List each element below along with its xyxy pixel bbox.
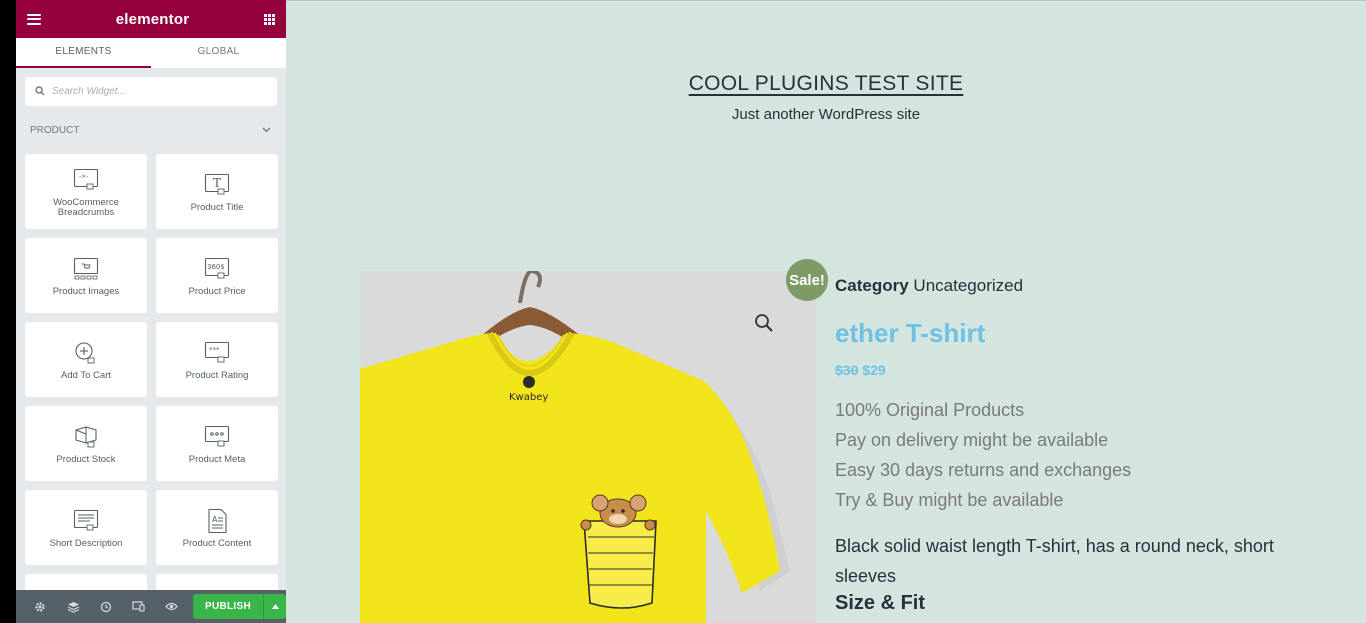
- history-icon[interactable]: [90, 590, 123, 623]
- widget-label: Product Stock: [56, 453, 116, 465]
- category-label: Category: [835, 276, 909, 295]
- widget-label: Product Title: [190, 201, 244, 213]
- svg-text:360$: 360$: [207, 263, 225, 271]
- widget-product-meta[interactable]: Product Meta: [156, 406, 278, 481]
- widget-product-images[interactable]: Product Images: [25, 238, 147, 313]
- size-fit-heading: Size & Fit: [835, 592, 926, 614]
- widget-product-rating[interactable]: *** Product Rating: [156, 322, 278, 397]
- widget-label: Product Price: [188, 285, 246, 297]
- feature-item: Easy 30 days returns and exchanges: [835, 460, 1132, 480]
- site-tagline: Just another WordPress site: [731, 106, 921, 123]
- feature-item: 100% Original Products: [835, 400, 1025, 420]
- tab-global[interactable]: GLOBAL: [151, 38, 286, 68]
- product-summary: Category Uncategorized ether T-shirt $30…: [835, 276, 1295, 615]
- svg-text:->-: ->-: [79, 173, 88, 180]
- sale-badge: Sale!: [786, 259, 828, 301]
- tab-elements[interactable]: ELEMENTS: [16, 38, 151, 68]
- caret-up-icon: [271, 604, 279, 609]
- svg-text:T: T: [213, 176, 221, 190]
- product-description: Black solid waist length T-shirt, has a …: [835, 536, 1274, 586]
- search-icon: [35, 83, 45, 101]
- old-price: $30: [835, 362, 859, 378]
- apps-grid-icon[interactable]: [264, 13, 275, 25]
- publish-options-button[interactable]: [263, 594, 286, 619]
- stock-icon: [72, 423, 100, 451]
- preview-canvas: COOL PLUGINS TEST SITE Just another Word…: [286, 0, 1366, 623]
- svg-text:A: A: [212, 515, 218, 524]
- site-title-link[interactable]: COOL PLUGINS TEST SITE: [689, 72, 964, 95]
- settings-icon[interactable]: [24, 590, 57, 623]
- publish-button[interactable]: PUBLISH: [192, 594, 264, 619]
- shirt-brand-label: Kwabey: [509, 392, 548, 403]
- product-image[interactable]: Kwabey: [360, 271, 816, 623]
- widget-product-content[interactable]: A Product Content: [156, 490, 278, 565]
- images-icon: [72, 255, 100, 283]
- feature-item: Pay on delivery might be available: [835, 430, 1109, 450]
- search-wrap: [16, 68, 286, 106]
- meta-icon: [203, 423, 231, 451]
- zoom-icon[interactable]: [754, 313, 774, 338]
- widget-label: Product Content: [182, 537, 252, 549]
- preview-top-border: [286, 0, 1366, 1]
- widget-product-price[interactable]: 360$ Product Price: [156, 238, 278, 313]
- widget-product-stock[interactable]: Product Stock: [25, 406, 147, 481]
- widget-woocommerce-breadcrumbs[interactable]: ->- WooCommerce Breadcrumbs: [25, 154, 147, 229]
- chevron-down-icon: [262, 125, 271, 136]
- menu-icon[interactable]: [27, 13, 41, 25]
- widget-product-title[interactable]: T Product Title: [156, 154, 278, 229]
- widget-short-description[interactable]: Short Description: [25, 490, 147, 565]
- breadcrumbs-icon: ->-: [72, 166, 100, 194]
- category-title: PRODUCT: [30, 124, 80, 136]
- elementor-panel: elementor ELEMENTS GLOBAL PRODUCT ->- Wo…: [16, 0, 286, 623]
- widget-label: Product Images: [52, 285, 120, 297]
- search-box: [25, 77, 277, 106]
- sale-price: $29: [862, 362, 886, 378]
- widget-label: Add To Cart: [61, 369, 111, 381]
- preview-eye-icon[interactable]: [155, 590, 188, 623]
- panel-header: elementor: [16, 0, 286, 38]
- content-icon: A: [203, 507, 231, 535]
- rating-icon: ***: [203, 339, 231, 367]
- svg-text:***: ***: [209, 346, 220, 354]
- navigator-icon[interactable]: [57, 590, 90, 623]
- product-category-line: Category Uncategorized: [835, 276, 1295, 298]
- add-to-cart-icon: [72, 339, 100, 367]
- product-price: $30 $29: [835, 362, 1295, 382]
- panel-tabs: ELEMENTS GLOBAL: [16, 38, 286, 68]
- title-icon: T: [203, 171, 231, 199]
- feature-item: Try & Buy might be available: [835, 490, 1064, 510]
- widget-label: Product Meta: [188, 453, 246, 465]
- left-edge-strip: [0, 0, 16, 623]
- elementor-logo: elementor: [115, 10, 190, 28]
- search-widget-input[interactable]: [52, 86, 252, 97]
- category-product-header[interactable]: PRODUCT: [16, 106, 286, 154]
- widget-label: Product Rating: [185, 369, 249, 381]
- responsive-icon[interactable]: [122, 590, 155, 623]
- site-title: COOL PLUGINS TEST SITE: [286, 72, 1366, 96]
- short-description-icon: [72, 507, 100, 535]
- widget-grid: ->- WooCommerce Breadcrumbs T Product Ti…: [16, 154, 286, 623]
- tshirt-image: Kwabey: [360, 271, 790, 623]
- price-icon: 360$: [203, 255, 231, 283]
- widget-label: Short Description: [49, 537, 123, 549]
- product-title: ether T-shirt: [835, 318, 986, 348]
- widget-add-to-cart[interactable]: Add To Cart: [25, 322, 147, 397]
- widget-label: WooCommerce Breadcrumbs: [53, 196, 119, 218]
- panel-footer: PUBLISH: [16, 590, 286, 623]
- category-link[interactable]: Uncategorized: [913, 276, 1023, 295]
- product-features: 100% Original Products Pay on delivery m…: [835, 395, 1295, 515]
